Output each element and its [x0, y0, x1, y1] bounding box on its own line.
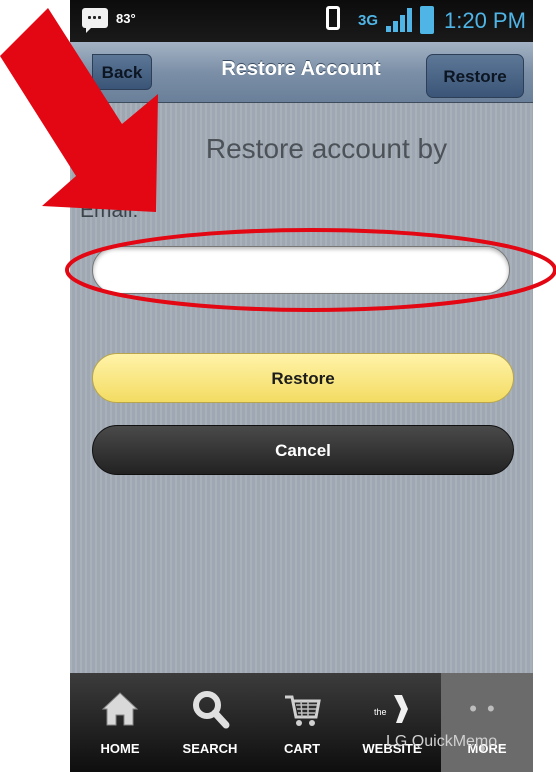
form-heading: Restore account by	[205, 133, 448, 164]
cart-icon	[285, 695, 321, 726]
email-input[interactable]	[92, 246, 510, 294]
temperature-text: 83°	[116, 11, 136, 26]
back-button[interactable]: Back	[92, 54, 152, 90]
tab-website[interactable]: the WEBSITE	[350, 673, 434, 772]
more-icon: • • •	[469, 696, 497, 761]
tab-search-label: SEARCH	[182, 741, 238, 756]
battery-icon	[420, 6, 434, 34]
home-icon	[101, 692, 139, 726]
message-notification-icon	[82, 8, 108, 33]
bottom-tab-bar: HOME SEARCH CART the WEBSITE • • • MORE	[70, 673, 533, 772]
search-icon	[193, 691, 230, 729]
cancel-button[interactable]: Cancel	[92, 425, 514, 475]
phone-screen: 83° 3G 1:20 PM Back Restore Account Rest…	[70, 0, 533, 772]
header-restore-button[interactable]: Restore	[426, 54, 524, 98]
vibrate-icon	[326, 6, 340, 30]
signal-strength-icon	[386, 8, 414, 32]
tab-home-label: HOME	[100, 741, 140, 756]
restore-button[interactable]: Restore	[92, 353, 514, 403]
ymca-logo-icon: the	[374, 695, 408, 723]
status-bar: 83° 3G 1:20 PM	[70, 0, 533, 42]
header-bar: Back Restore Account Restore	[70, 42, 533, 103]
clock-text: 1:20 PM	[444, 8, 526, 33]
network-type-text: 3G	[358, 12, 379, 29]
email-label: Email:	[80, 199, 139, 222]
watermark-text: LG QuickMemo	[386, 733, 498, 750]
back-button-label: Back	[101, 63, 143, 82]
tab-cart-label: CART	[283, 741, 321, 756]
tab-more[interactable]: • • • MORE	[441, 673, 533, 772]
tab-cart[interactable]: CART	[260, 673, 344, 772]
tab-search[interactable]: SEARCH	[168, 673, 252, 772]
page-title: Restore Account	[221, 58, 381, 80]
tab-home[interactable]: HOME	[78, 673, 162, 772]
restore-form: Restore account by Email: Restore Cancel	[70, 103, 533, 673]
svg-text:the: the	[374, 707, 387, 717]
